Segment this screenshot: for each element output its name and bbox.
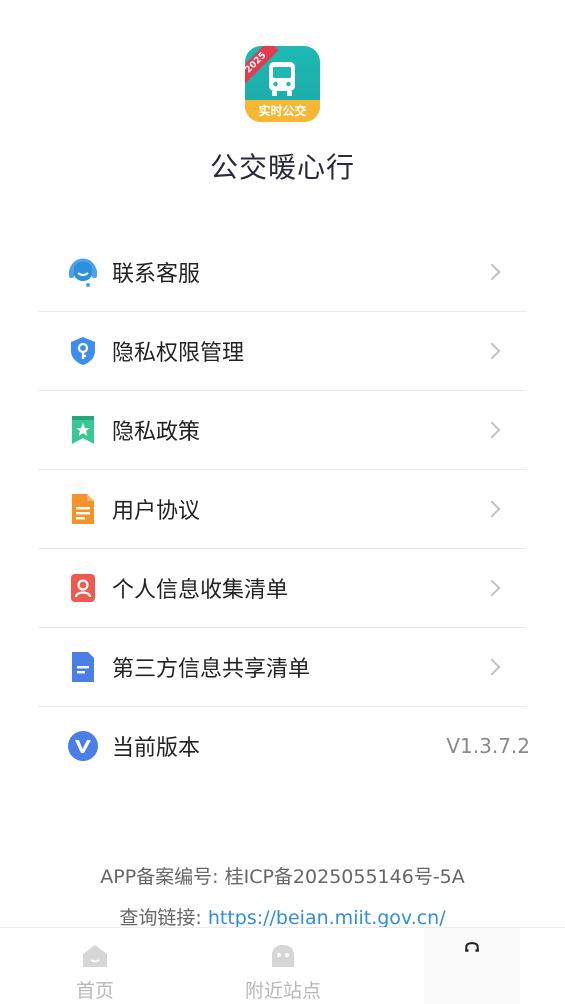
home-icon	[83, 945, 107, 967]
app-logo: 2025 实时公交	[245, 46, 320, 122]
query-label: 查询链接:	[119, 907, 202, 929]
chevron-right-icon	[483, 342, 501, 360]
app-name: 公交暖心行	[209, 151, 355, 184]
bottom-tab-bar: 首页 附近站点	[0, 927, 565, 1004]
beian-link[interactable]: https://beian.miit.gov.cn/	[208, 907, 446, 929]
shield-key-icon	[71, 337, 95, 365]
tab-home[interactable]: 首页	[40, 928, 150, 1004]
menu-label-privacy-permissions: 隐私权限管理	[112, 341, 245, 366]
menu-item-third-party-sharing[interactable]: 第三方信息共享清单	[38, 628, 526, 707]
icp-record: APP备案编号: 桂ICP备2025055146号-5A	[0, 862, 565, 889]
tab-nearby-label: 附近站点	[244, 980, 321, 1002]
menu-item-user-agreement[interactable]: 用户协议	[38, 470, 526, 549]
logo-banner: 实时公交	[245, 100, 320, 122]
tab-mine[interactable]	[424, 928, 520, 1004]
menu-label-customer-service: 联系客服	[112, 262, 201, 287]
tab-nearby-stations[interactable]: 附近站点	[228, 928, 338, 1004]
version-v-icon	[68, 731, 98, 761]
bookmark-star-icon	[72, 416, 94, 444]
chevron-right-icon	[483, 500, 501, 518]
chevron-right-icon	[483, 421, 501, 439]
chevron-right-icon	[483, 263, 501, 281]
menu-item-customer-service[interactable]: 联系客服	[38, 233, 526, 312]
person-card-icon	[71, 574, 95, 602]
menu-item-current-version: 当前版本 V1.3.7.2	[38, 707, 530, 785]
customer-service-icon	[69, 258, 97, 287]
menu-label-third-party-sharing: 第三方信息共享清单	[112, 657, 311, 682]
file-lines-icon	[72, 652, 94, 682]
menu-label-personal-info-list: 个人信息收集清单	[112, 578, 289, 603]
document-icon	[72, 494, 94, 524]
nearby-icon	[272, 945, 294, 967]
about-page: 2025 实时公交 公交暖心行 联系客服 隐私权限管理 隐私政策 用户协议 个人…	[0, 0, 565, 1004]
menu-item-privacy-policy[interactable]: 隐私政策	[38, 391, 526, 470]
chevron-right-icon	[483, 658, 501, 676]
tab-home-label: 首页	[75, 980, 114, 1002]
bus-icon	[269, 62, 295, 96]
version-number: V1.3.7.2	[446, 734, 530, 758]
menu-label-current-version: 当前版本	[112, 736, 201, 761]
icp-label: APP备案编号:	[100, 866, 219, 888]
icp-number: 桂ICP备2025055146号-5A	[224, 866, 465, 888]
settings-menu: 联系客服 隐私权限管理 隐私政策 用户协议 个人信息收集清单 第三方信息共享清单…	[38, 233, 530, 785]
chevron-right-icon	[483, 579, 501, 597]
menu-item-privacy-permissions[interactable]: 隐私权限管理	[38, 312, 526, 391]
menu-item-personal-info-list[interactable]: 个人信息收集清单	[38, 549, 526, 628]
mine-icon	[465, 942, 479, 952]
menu-label-privacy-policy: 隐私政策	[112, 420, 201, 445]
query-link-row: 查询链接: https://beian.miit.gov.cn/	[0, 903, 565, 930]
menu-label-user-agreement: 用户协议	[112, 499, 201, 524]
